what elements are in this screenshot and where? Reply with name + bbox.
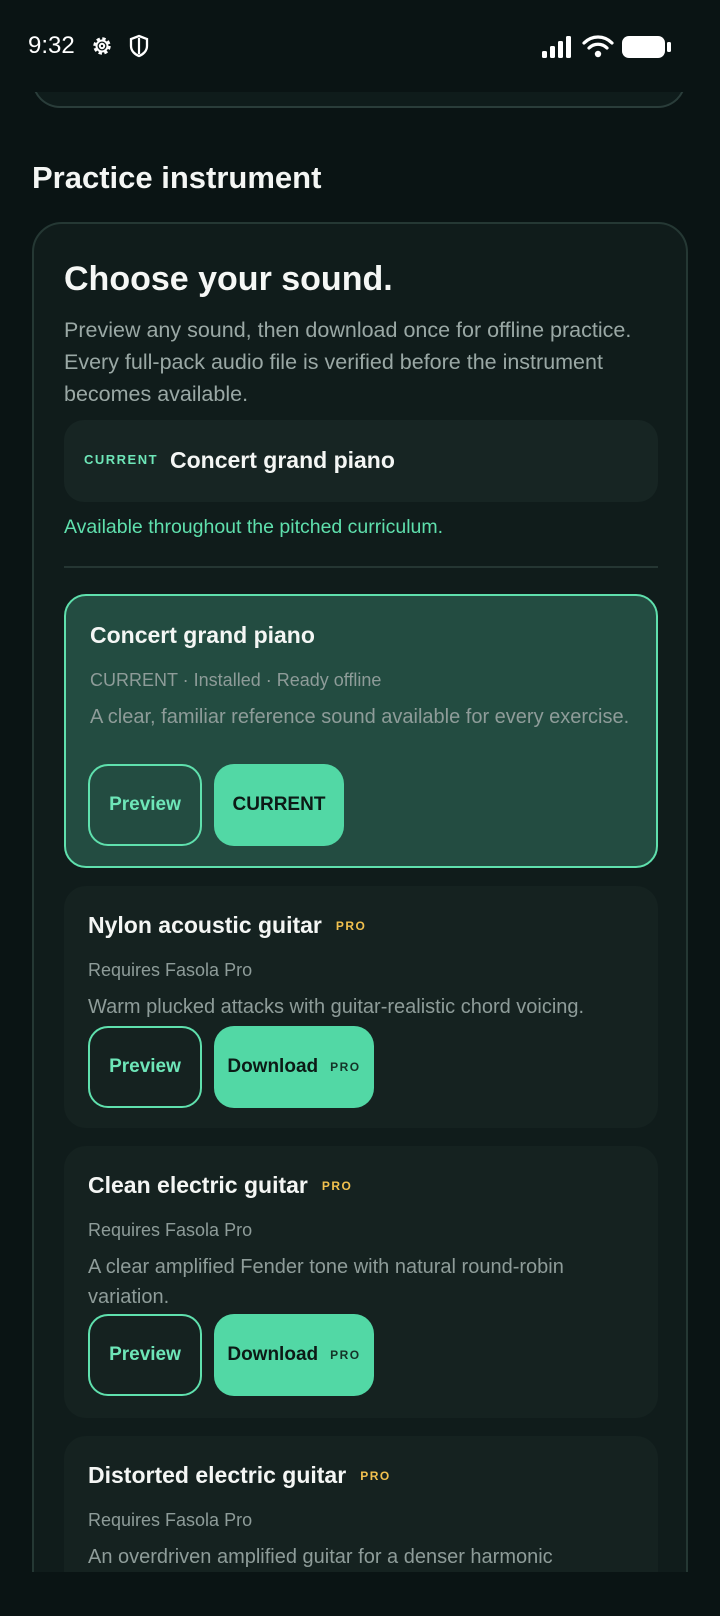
pro-badge: PRO [335,918,367,933]
current-button-label: CURRENT [232,794,326,815]
download-button-label: Download [227,1344,319,1365]
signal-icon [542,36,574,63]
preview-button-label: Preview [109,1056,181,1077]
current-instrument-summary: CURRENT Concert grand piano [64,420,658,502]
instrument-card-piano[interactable]: Concert grand piano CURRENT · Installed … [64,594,658,868]
instrument-card-distorted-electric-guitar[interactable]: Distorted electric guitar PRO Requires F… [64,1436,658,1572]
instrument-description: Warm plucked attacks with guitar-realist… [88,996,585,1018]
instrument-description: A clear amplified Fender tone with natur… [88,1256,564,1308]
download-pro-badge: PRO [330,1348,361,1362]
instrument-name: Nylon acoustic guitar [88,912,322,938]
battery-icon [622,36,672,63]
wifi-icon [582,35,614,64]
pro-badge: PRO [360,1468,391,1483]
download-pro-badge: PRO [330,1060,361,1074]
download-button-label: Download [227,1056,319,1077]
instrument-name: Clean electric guitar [88,1172,308,1198]
instrument-status: CURRENT · Installed · Ready offline [90,670,382,690]
section-title: Practice instrument [32,160,322,195]
current-instrument-name: Concert grand piano [170,447,395,473]
settings-scroll-area[interactable]: Practice instrument Choose your sound. P… [0,92,720,1572]
download-button[interactable]: Download PRO [214,1314,374,1396]
current-button[interactable]: CURRENT [214,764,344,846]
preview-button-label: Preview [109,1344,181,1365]
instrument-status: Requires Fasola Pro [88,960,253,980]
pro-badge: PRO [321,1178,353,1193]
status-time: 9:32 [28,32,75,59]
instrument-name-row: Concert grand piano [90,622,315,649]
instrument-card-nylon-guitar[interactable]: Nylon acoustic guitar PRO Requires Fasol… [64,886,658,1128]
previous-section-card [32,92,686,108]
shield-icon [128,34,150,63]
instrument-description: A clear, familiar reference sound availa… [90,706,630,728]
preview-button-label: Preview [109,794,181,815]
instrument-name: Distorted electric guitar [88,1462,347,1488]
gear-icon [90,34,114,63]
instrument-description: An overdriven amplified guitar for a den… [88,1546,553,1568]
instrument-status: Requires Fasola Pro [88,1510,253,1530]
instrument-chooser-card: Choose your sound. Preview any sound, th… [32,222,688,1572]
navigation-bar [0,1572,720,1616]
availability-note: Available throughout the pitched curricu… [64,516,444,538]
current-tag: CURRENT [84,452,159,467]
instrument-name-row: Clean electric guitar PRO [88,1172,352,1199]
instrument-card-clean-electric-guitar[interactable]: Clean electric guitar PRO Requires Fasol… [64,1146,658,1418]
instrument-name-row: Nylon acoustic guitar PRO [88,912,366,939]
instrument-name: Concert grand piano [90,622,315,648]
chooser-title: Choose your sound. [64,260,393,298]
instrument-status: Requires Fasola Pro [88,1220,253,1240]
divider [64,566,658,568]
preview-button[interactable]: Preview [88,1026,202,1108]
preview-button[interactable]: Preview [88,764,202,846]
preview-button[interactable]: Preview [88,1314,202,1396]
download-button[interactable]: Download PRO [214,1026,374,1108]
instrument-name-row: Distorted electric guitar PRO [88,1462,391,1489]
status-bar: 9:32 [0,0,720,92]
chooser-intro: Preview any sound, then download once fo… [64,318,632,406]
